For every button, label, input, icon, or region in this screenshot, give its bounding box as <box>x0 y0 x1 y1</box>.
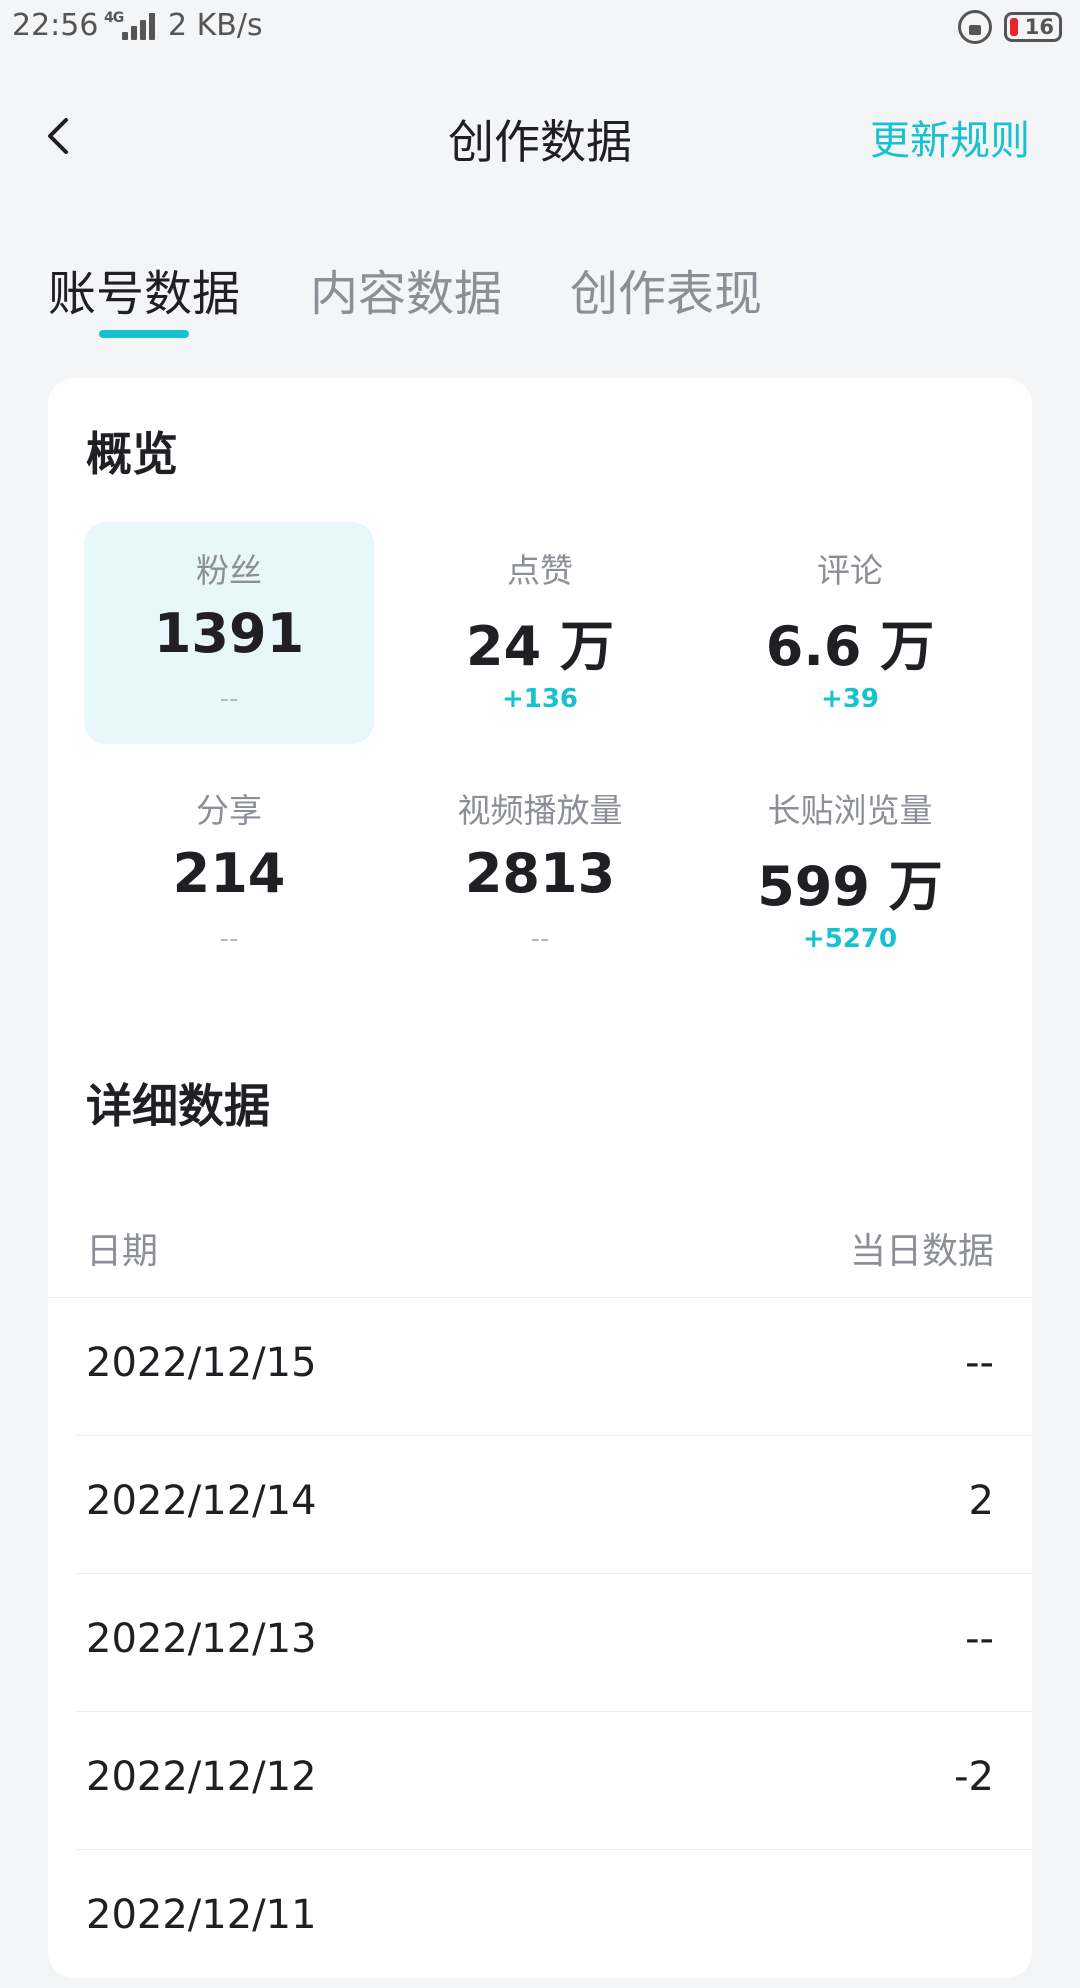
row-date: 2022/12/14 <box>86 1478 317 1524</box>
metric-change: +39 <box>821 684 879 714</box>
metric-change: +136 <box>501 684 579 714</box>
row-date: 2022/12/15 <box>86 1340 317 1386</box>
tab-bar: 账号数据 内容数据 创作表现 <box>0 250 1080 350</box>
update-rules-link[interactable]: 更新规则 <box>870 108 1030 166</box>
row-value: -- <box>965 1616 994 1662</box>
table-row[interactable]: 2022/12/15 -- <box>48 1298 1032 1436</box>
metric-comments[interactable]: 评论 6.6 万 +39 <box>705 522 995 744</box>
column-value-header: 当日数据 <box>849 1231 994 1272</box>
metric-value: 1391 <box>153 602 305 665</box>
metric-label: 长贴浏览量 <box>767 791 933 830</box>
page-header: 创作数据 更新规则 <box>0 56 1080 216</box>
table-header: 日期 当日数据 <box>48 1188 1032 1298</box>
row-date: 2022/12/12 <box>86 1754 317 1800</box>
row-value: 2 <box>968 1478 994 1524</box>
metric-change: -- <box>219 684 239 714</box>
row-date: 2022/12/13 <box>86 1616 317 1662</box>
metric-value: 599 万 <box>757 855 943 918</box>
row-value: -- <box>965 1340 994 1386</box>
row-date: 2022/12/11 <box>86 1892 317 1938</box>
metric-shares[interactable]: 分享 214 -- <box>84 762 374 984</box>
status-bar: 22:56 4G 2 KB/s 16 <box>0 0 1080 56</box>
signal-icon <box>122 12 158 40</box>
metric-value: 6.6 万 <box>765 615 935 678</box>
metric-likes[interactable]: 点赞 24 万 +136 <box>395 522 685 744</box>
table-row[interactable]: 2022/12/13 -- <box>48 1574 1032 1712</box>
status-time: 22:56 <box>12 8 99 43</box>
metric-video-plays[interactable]: 视频播放量 2813 -- <box>395 762 685 984</box>
table-row[interactable]: 2022/12/11 <box>48 1850 1032 1988</box>
tab-content-data[interactable]: 内容数据 <box>310 254 502 324</box>
overview-title: 概览 <box>86 427 178 481</box>
metric-value: 214 <box>172 842 286 905</box>
rotation-lock-icon <box>958 10 992 44</box>
details-title: 详细数据 <box>86 1079 270 1133</box>
metric-label: 评论 <box>817 551 883 590</box>
metric-value: 2813 <box>464 842 616 905</box>
metric-change: +5270 <box>802 924 898 954</box>
metric-label: 粉丝 <box>196 551 262 590</box>
metric-post-views[interactable]: 长贴浏览量 599 万 +5270 <box>705 762 995 984</box>
table-row[interactable]: 2022/12/14 2 <box>48 1436 1032 1574</box>
battery-icon: 16 <box>1004 12 1062 42</box>
metric-value: 24 万 <box>466 615 614 678</box>
column-date-header: 日期 <box>86 1231 159 1272</box>
tab-account-data[interactable]: 账号数据 <box>48 254 240 324</box>
battery-level: 16 <box>1024 15 1054 39</box>
table-row[interactable]: 2022/12/12 -2 <box>48 1712 1032 1850</box>
metric-label: 分享 <box>196 791 262 830</box>
data-card: 概览 粉丝 1391 -- 点赞 24 万 +136 评论 6.6 万 +39 … <box>48 378 1032 1978</box>
tab-creation-performance[interactable]: 创作表现 <box>570 254 762 324</box>
metric-label: 点赞 <box>507 551 573 590</box>
metric-label: 视频播放量 <box>457 791 623 830</box>
metric-change: -- <box>219 924 239 954</box>
metric-change: -- <box>530 924 550 954</box>
row-value: -2 <box>954 1754 994 1800</box>
metric-fans[interactable]: 粉丝 1391 -- <box>84 522 374 744</box>
active-tab-indicator <box>99 330 189 338</box>
network-type: 4G <box>104 10 124 26</box>
network-speed: 2 KB/s <box>168 8 263 43</box>
